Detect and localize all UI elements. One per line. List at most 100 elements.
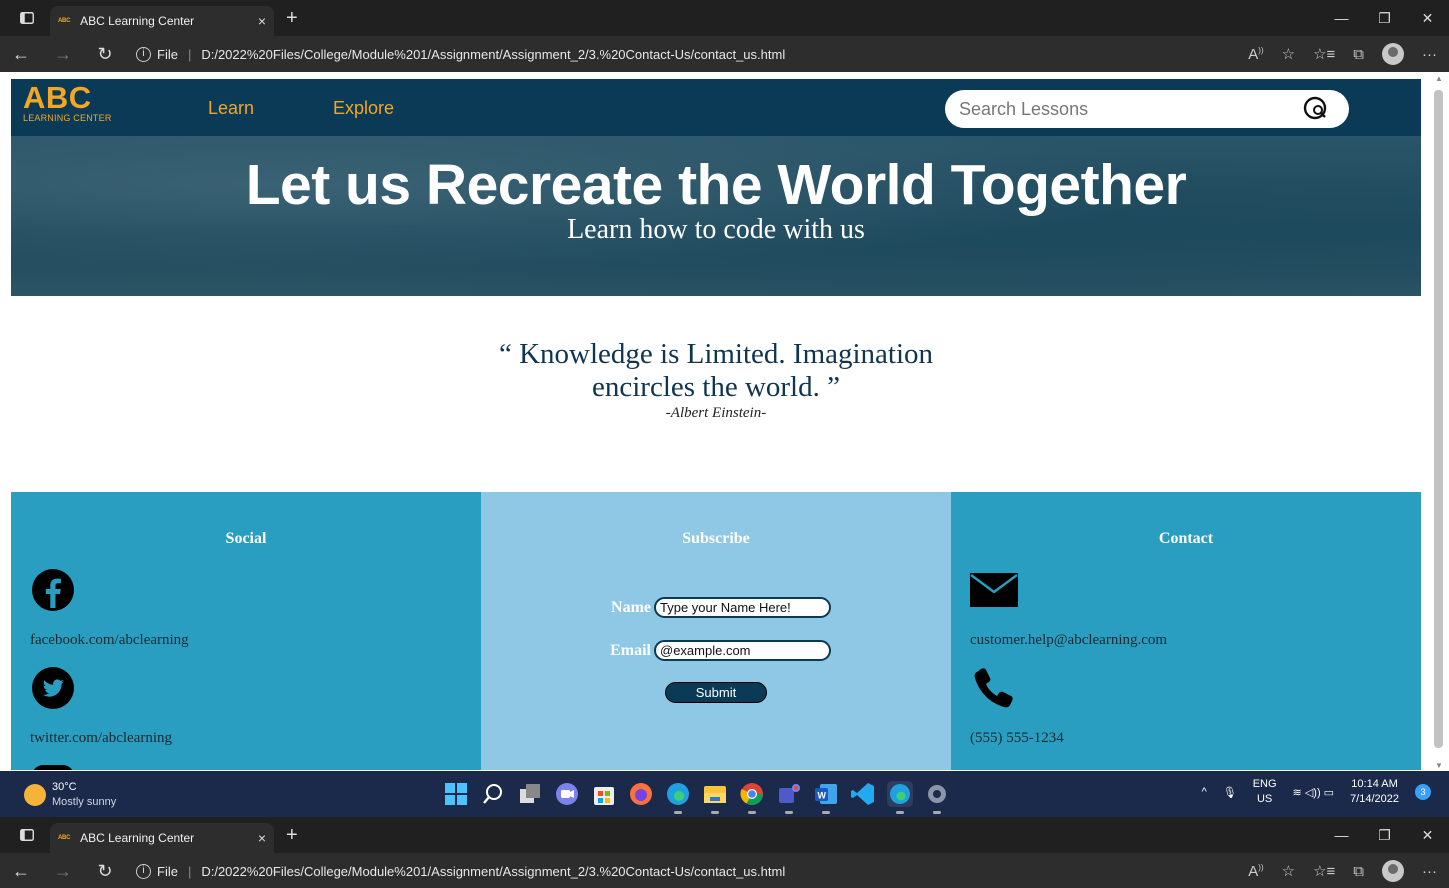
- page-scrollbar[interactable]: ▲ ▼: [1433, 74, 1445, 770]
- profile-avatar-icon[interactable]: [1382, 43, 1404, 65]
- vscode-icon[interactable]: [850, 781, 876, 807]
- window-controls-2: — ❐ ✕: [1320, 817, 1449, 853]
- social-column: Social facebook.com/abclearning twitter.…: [11, 492, 481, 770]
- add-favorite-icon[interactable]: ☆: [1282, 45, 1295, 63]
- more-icon-2[interactable]: ···: [1422, 863, 1437, 880]
- edge-icon[interactable]: [665, 781, 691, 814]
- show-hidden-icons-icon[interactable]: ^: [1202, 786, 1207, 798]
- submit-button[interactable]: Submit: [665, 682, 767, 703]
- hero-title: Let us Recreate the World Together: [245, 153, 1187, 217]
- hero-subtitle: Learn how to code with us: [567, 214, 865, 245]
- email-field[interactable]: [654, 640, 831, 661]
- mic-muted-icon[interactable]: 🎙: [1223, 786, 1237, 799]
- mail-icon[interactable]: [970, 572, 1018, 613]
- nav-explore[interactable]: Explore: [333, 98, 394, 119]
- address-bar-row-2: ← → ↻ i File | D:/2022%20Files/College/M…: [0, 853, 1449, 888]
- scroll-thumb[interactable]: [1434, 90, 1443, 748]
- url-text[interactable]: D:/2022%20Files/College/Module%201/Assig…: [201, 47, 785, 62]
- logo-main: ABC: [23, 80, 92, 115]
- separator: |: [187, 46, 192, 62]
- browser-tab[interactable]: ABC ABC Learning Center ×: [50, 6, 274, 36]
- notification-badge[interactable]: 3: [1415, 784, 1431, 800]
- nav-learn[interactable]: Learn: [208, 98, 254, 119]
- info-icon[interactable]: i: [136, 46, 151, 62]
- new-tab-button-2[interactable]: +: [286, 824, 298, 847]
- favorites-icon[interactable]: ☆≡: [1313, 45, 1335, 63]
- scroll-up-icon[interactable]: ▲: [1435, 74, 1443, 83]
- address-bar-2[interactable]: i File | D:/2022%20Files/College/Module%…: [136, 863, 785, 879]
- file-explorer-icon[interactable]: [702, 781, 728, 814]
- clock-time: 10:14 AM: [1351, 778, 1398, 790]
- chrome-icon[interactable]: [739, 781, 765, 814]
- firefox-icon[interactable]: [628, 781, 654, 807]
- address-bar[interactable]: i File | D:/2022%20Files/College/Module%…: [136, 46, 785, 62]
- new-tab-button[interactable]: +: [286, 7, 298, 30]
- close-tab-icon[interactable]: ×: [258, 13, 266, 29]
- collections-icon-2[interactable]: ⧉: [1353, 863, 1364, 880]
- facebook-icon[interactable]: [31, 568, 75, 617]
- forward-icon-2[interactable]: →: [42, 861, 84, 882]
- chat-icon[interactable]: [554, 781, 580, 807]
- close-window-icon[interactable]: ✕: [1406, 0, 1449, 36]
- refresh-icon[interactable]: ↻: [84, 44, 126, 65]
- settings-icon[interactable]: [924, 781, 950, 814]
- weather-widget[interactable]: 30°C Mostly sunny: [24, 780, 116, 810]
- weather-temp: 30°C: [52, 781, 77, 793]
- back-icon[interactable]: ←: [0, 44, 42, 65]
- browser-chrome-bottom: ABC ABC Learning Center × + — ❐ ✕ ← → ↻ …: [0, 817, 1449, 888]
- browser-chrome-top: ABC ABC Learning Center × + — ❐ ✕ ← → ↻ …: [0, 0, 1449, 72]
- info-icon-2[interactable]: i: [136, 863, 151, 879]
- wifi-volume-battery-icon[interactable]: ≋ ◁)) ▭: [1293, 786, 1335, 799]
- search-input[interactable]: Search Lessons: [959, 99, 1088, 120]
- quote-line-1: “ Knowledge is Limited. Imagination: [498, 338, 934, 370]
- url-text-2[interactable]: D:/2022%20Files/College/Module%201/Assig…: [201, 864, 785, 879]
- read-aloud-icon[interactable]: A)): [1248, 46, 1263, 63]
- add-favorite-icon-2[interactable]: ☆: [1282, 862, 1295, 880]
- restore-icon[interactable]: ❐: [1363, 0, 1406, 36]
- scroll-down-icon[interactable]: ▼: [1435, 761, 1443, 770]
- edge-active-icon[interactable]: [887, 781, 913, 814]
- store-icon[interactable]: [591, 781, 617, 807]
- back-icon-2[interactable]: ←: [0, 861, 42, 882]
- refresh-icon-2[interactable]: ↻: [84, 861, 126, 882]
- language-indicator[interactable]: ENG US: [1253, 777, 1277, 807]
- contact-email[interactable]: customer.help@abclearning.com: [970, 632, 1167, 649]
- name-row: Name: [603, 597, 831, 618]
- tab-actions-icon[interactable]: [16, 7, 38, 29]
- more-icon[interactable]: ···: [1422, 46, 1437, 63]
- instagram-icon[interactable]: [31, 764, 75, 770]
- window-controls: — ❐ ✕: [1320, 0, 1449, 36]
- windows-start-icon[interactable]: [443, 781, 469, 807]
- minimize-icon[interactable]: —: [1320, 0, 1363, 36]
- twitter-icon[interactable]: [31, 666, 75, 715]
- phone-icon[interactable]: [972, 666, 1016, 715]
- windows-taskbar: 30°C Mostly sunny W ^ 🎙 ENG US ≋ ◁)) ▭ 1…: [0, 771, 1449, 817]
- collections-icon[interactable]: ⧉: [1353, 46, 1364, 63]
- restore-icon-2[interactable]: ❐: [1363, 817, 1406, 853]
- favicon-icon: ABC: [58, 18, 71, 24]
- profile-avatar-icon-2[interactable]: [1382, 860, 1404, 882]
- site-logo[interactable]: ABC LEARNING CENTER: [23, 80, 112, 123]
- close-window-icon-2[interactable]: ✕: [1406, 817, 1449, 853]
- clock[interactable]: 10:14 AM 7/14/2022: [1350, 777, 1399, 807]
- toolbar-right-2: A)) ☆ ☆≡ ⧉ ···: [1248, 853, 1437, 888]
- close-tab-icon-2[interactable]: ×: [258, 830, 266, 846]
- task-view-icon[interactable]: [517, 781, 543, 807]
- teams-icon[interactable]: [776, 781, 802, 814]
- search-icon[interactable]: [1303, 96, 1329, 127]
- twitter-link[interactable]: twitter.com/abclearning: [30, 730, 172, 747]
- favorites-icon-2[interactable]: ☆≡: [1313, 862, 1335, 880]
- search-box[interactable]: Search Lessons: [945, 90, 1349, 128]
- browser-tab-2[interactable]: ABC ABC Learning Center ×: [50, 823, 274, 853]
- contact-phone[interactable]: (555) 555-1234: [970, 730, 1064, 747]
- forward-icon[interactable]: →: [42, 44, 84, 65]
- email-label: Email: [610, 641, 651, 659]
- read-aloud-icon-2[interactable]: A)): [1248, 863, 1263, 880]
- minimize-icon-2[interactable]: —: [1320, 817, 1363, 853]
- facebook-link[interactable]: facebook.com/abclearning: [30, 632, 189, 649]
- name-field[interactable]: [654, 597, 831, 618]
- tab-actions-icon-2[interactable]: [16, 824, 38, 846]
- site-header: ABC LEARNING CENTER Learn Explore Search…: [11, 79, 1421, 136]
- taskbar-search-icon[interactable]: [480, 781, 506, 807]
- word-icon[interactable]: W: [813, 781, 839, 814]
